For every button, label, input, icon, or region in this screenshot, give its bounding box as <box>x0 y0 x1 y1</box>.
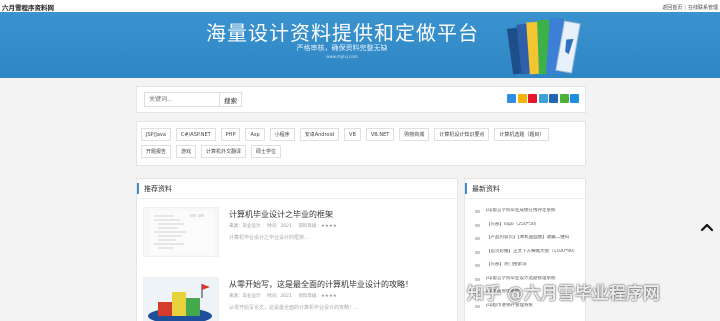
article-meta: 来源：毕业设计 时间：2021 资料等级：★★★★ <box>229 293 342 299</box>
panel-title: 推荐资料 <box>144 185 172 193</box>
tencent-weibo-icon[interactable] <box>538 94 548 103</box>
tag-master-degree[interactable]: 硕士学位 <box>251 145 282 158</box>
tag-game[interactable]: 游戏 <box>176 145 197 158</box>
article-summary: 计算机毕业设计之毕业设计的框架... <box>229 235 309 241</box>
article-rating: 资料等级：★★★★ <box>298 224 337 229</box>
search-button[interactable]: 搜索 <box>220 92 242 107</box>
tag-topic-selection[interactable]: 计算机选题（题目） <box>494 128 550 141</box>
share-icons <box>507 94 579 103</box>
article-meta: 来源：毕业设计 时间：2021 资料等级：★★★★ <box>229 223 342 229</box>
tag-list: JSP/Java C#/ASP.NET PHP Asp 小程序 安卓Androi… <box>141 128 581 158</box>
article-rating: 资料等级：★★★★ <box>298 294 337 299</box>
tag-design-knowledge[interactable]: 计算机设计知识要点 <box>434 128 490 141</box>
tag-mini-program[interactable]: 小程序 <box>269 128 295 141</box>
banner-title: 海量设计资料提供和定做平台 <box>206 21 479 45</box>
tag-csharp-aspnet[interactable]: C#/ASP.NET <box>175 128 216 141</box>
contact-admin-link[interactable]: 在线联系管理 <box>688 4 718 11</box>
search-bar: 搜索 <box>136 86 586 113</box>
latest-item[interactable]: jsp留言学院毕业成绩在线评定系统 <box>473 208 583 222</box>
plus-icon[interactable] <box>507 94 516 103</box>
latest-item[interactable]: 【头部】logo（250*50） <box>473 222 583 236</box>
tag-vbnet[interactable]: VB.NET <box>365 128 395 141</box>
panel-title: 最新资料 <box>472 185 500 193</box>
top-links: 返回首页 | 在线联系管理 <box>662 4 718 11</box>
link-divider: | <box>684 5 686 11</box>
banner-subtitle: 严格审核，确保资料完整无缺 <box>296 44 388 52</box>
chevron-up-icon[interactable] <box>700 220 714 234</box>
hero-banner: 海量设计资料提供和定做平台 严格审核，确保资料完整无缺 www.mylxj.co… <box>0 12 720 78</box>
tag-jsp-java[interactable]: JSP/Java <box>141 128 171 141</box>
tag-android[interactable]: 安卓Android <box>299 128 340 141</box>
tag-vb[interactable]: VB <box>344 128 361 141</box>
article-source: 来源：毕业设计 <box>229 224 261 229</box>
podium-chart-image <box>148 284 212 321</box>
article-date: 时间：2021 <box>266 294 292 299</box>
panel-header: 推荐资料 <box>137 179 457 199</box>
latest-item[interactable]: 【头部】热门搜索词 <box>473 262 583 276</box>
latest-item[interactable]: jsp超市进销存管理系统 <box>473 303 583 317</box>
article-thumbnail[interactable] <box>143 207 219 257</box>
watermark: 知乎 @六月雪毕业程序网 <box>467 284 660 304</box>
weibo-icon[interactable] <box>528 94 537 103</box>
framework-diagram-image <box>150 211 214 255</box>
renren-icon[interactable] <box>549 94 558 103</box>
article-title[interactable]: 计算机毕业设计之毕业的框架 <box>229 209 333 220</box>
latest-item[interactable]: 【产品内容页】【本机画面图】收藏二维码 <box>473 235 583 249</box>
latest-item[interactable]: 【首页轮播】正文下方横幅大图（1100*90） <box>473 249 583 263</box>
search-input[interactable] <box>144 92 220 107</box>
home-link[interactable]: 返回首页 <box>662 4 682 11</box>
recommend-panel: 推荐资料 计算机毕业设计之毕业的框架 来源：毕业设计 时间：2021 资料等级：… <box>136 178 458 321</box>
tag-asp[interactable]: Asp <box>245 128 265 141</box>
article-summary: 从零开始写论文，这是最全面的计算机毕业设计的攻略！... <box>229 305 359 311</box>
panel-header: 最新资料 <box>465 179 585 199</box>
article-date: 时间：2021 <box>266 224 292 229</box>
qzone-icon[interactable] <box>517 94 527 103</box>
qq-icon[interactable] <box>570 94 579 103</box>
article-thumbnail[interactable] <box>143 277 219 321</box>
books-illustration <box>506 17 581 75</box>
tag-shopping-mall[interactable]: 购物商城 <box>399 128 430 141</box>
tag-php[interactable]: PHP <box>220 128 241 141</box>
article-title[interactable]: 从零开始写，这是最全面的计算机毕业设计的攻略！ <box>229 279 413 290</box>
tag-proposal-report[interactable]: 开题报告 <box>141 145 172 158</box>
banner-url: www.mylxj.com <box>326 54 358 59</box>
site-logo[interactable]: 六月雪程序资料网 <box>2 2 54 12</box>
article-source: 来源：毕业设计 <box>229 294 261 299</box>
article-item[interactable]: 从零开始写，这是最全面的计算机毕业设计的攻略！ 来源：毕业设计 时间：2021 … <box>143 277 453 321</box>
tag-foreign-translation[interactable]: 计算机外文翻译 <box>201 145 247 158</box>
article-item[interactable]: 计算机毕业设计之毕业的框架 来源：毕业设计 时间：2021 资料等级：★★★★ … <box>143 207 453 267</box>
wechat-icon[interactable] <box>559 94 569 103</box>
category-tags-panel: JSP/Java C#/ASP.NET PHP Asp 小程序 安卓Androi… <box>136 121 586 166</box>
